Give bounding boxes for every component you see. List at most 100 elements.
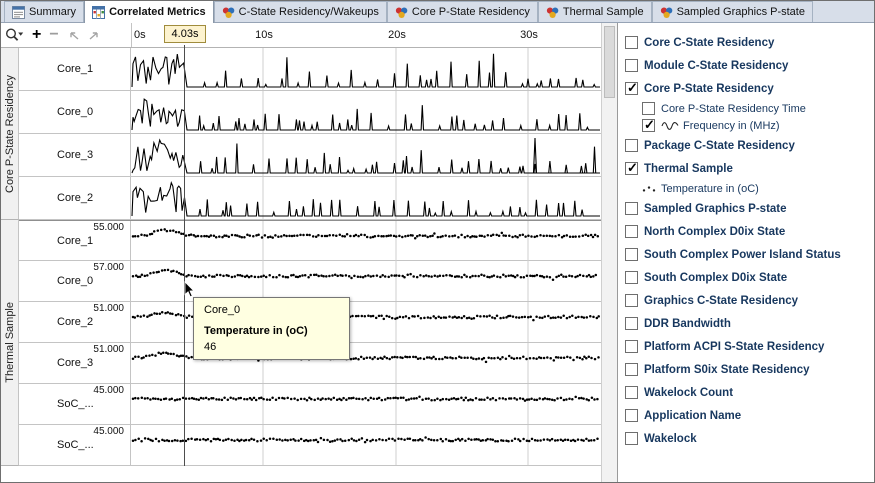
- metric-option-south-complex-d0ix-state[interactable]: South Complex D0ix State: [618, 266, 875, 289]
- chart-plot[interactable]: [131, 134, 601, 176]
- checkbox[interactable]: [625, 202, 638, 215]
- row-axis-value: 45.000: [93, 426, 124, 437]
- metric-row-thermal-sample-soc: SoC_...45.000: [19, 384, 601, 425]
- checkbox[interactable]: [625, 409, 638, 422]
- metric-option-label: Wakelock: [644, 433, 697, 445]
- section-title: Thermal Sample: [4, 302, 16, 383]
- tab-label: Sampled Graphics P-state: [677, 6, 805, 18]
- tab-core-p-state-residency[interactable]: Core P-State Residency: [387, 1, 538, 22]
- metrics-panel: Core C-State Residency Module C-State Res…: [617, 23, 875, 483]
- row-axis-value: 45.000: [93, 385, 124, 396]
- checkbox[interactable]: [625, 340, 638, 353]
- metric-option-core-p-state-residency-time[interactable]: Core P-State Residency Time: [618, 100, 875, 117]
- metric-option-sampled-graphics-p-state[interactable]: Sampled Graphics P-state: [618, 197, 875, 220]
- metric-option-south-complex-power-island-status[interactable]: South Complex Power Island Status: [618, 243, 875, 266]
- db-icon: [660, 6, 673, 19]
- checkbox[interactable]: [625, 317, 638, 330]
- metric-option-north-complex-d0ix-state[interactable]: North Complex D0ix State: [618, 220, 875, 243]
- metric-option-application-name[interactable]: Application Name: [618, 404, 875, 427]
- undo-zoom-button[interactable]: [67, 29, 80, 41]
- metric-row-thermal-sample-core-0: Core_057.000: [19, 261, 601, 302]
- checkbox[interactable]: [625, 82, 638, 95]
- correlated-metrics-window: Summary Correlated MetricsC-State Residen…: [0, 0, 875, 483]
- metric-option-package-c-state-residency[interactable]: Package C-State Residency: [618, 134, 875, 157]
- metric-option-core-c-state-residency[interactable]: Core C-State Residency: [618, 31, 875, 54]
- tab-correlated-metrics[interactable]: Correlated Metrics: [84, 0, 214, 23]
- redo-zoom-button[interactable]: [88, 29, 101, 41]
- chart-plot[interactable]: [131, 261, 601, 301]
- time-cursor-line[interactable]: [184, 45, 185, 466]
- scrollbar-thumb[interactable]: [604, 26, 615, 98]
- checkbox[interactable]: [625, 36, 638, 49]
- row-label: Core_2: [57, 316, 93, 328]
- chart-header: + − 0s10s20s30s4.03s: [1, 23, 601, 48]
- row-label: Core_3: [57, 357, 93, 369]
- checkbox[interactable]: [625, 432, 638, 445]
- tab-sampled-graphics-p-state[interactable]: Sampled Graphics P-state: [652, 1, 813, 22]
- checkbox[interactable]: [625, 386, 638, 399]
- tab-c-state-residency-wakeups[interactable]: C-State Residency/Wakeups: [214, 1, 387, 22]
- checkbox[interactable]: [625, 139, 638, 152]
- metric-option-frequency-in-mhz[interactable]: Frequency in (MHz): [618, 117, 875, 134]
- row-axis-value: 51.000: [93, 303, 124, 314]
- tab-summary[interactable]: Summary: [4, 1, 84, 22]
- section-label-core-p-state-residency: Core P-State Residency: [1, 48, 19, 220]
- zoom-toolbar: + −: [1, 23, 131, 47]
- metric-option-wakelock-count[interactable]: Wakelock Count: [618, 381, 875, 404]
- metric-option-label: Package C-State Residency: [644, 140, 795, 152]
- tab-label: Summary: [29, 6, 76, 18]
- chart-plot[interactable]: [131, 221, 601, 260]
- chart-plot[interactable]: [131, 177, 601, 219]
- checkbox[interactable]: [625, 225, 638, 238]
- tooltip-value: 46: [204, 341, 339, 353]
- row-label-cell: Core_3: [19, 134, 131, 176]
- chart-plot[interactable]: [131, 425, 601, 465]
- time-cursor-badge[interactable]: 4.03s: [164, 25, 206, 43]
- checkbox[interactable]: [625, 294, 638, 307]
- chart-plot[interactable]: [131, 91, 601, 133]
- metric-option-label: Thermal Sample: [644, 163, 733, 175]
- zoom-select-button[interactable]: [5, 27, 24, 43]
- zoom-in-button[interactable]: +: [32, 28, 41, 42]
- row-label: SoC_...: [57, 439, 94, 451]
- metric-option-label: Core C-State Residency: [644, 37, 774, 49]
- metric-option-platform-s0ix-state-residency[interactable]: Platform S0ix State Residency: [618, 358, 875, 381]
- tab-label: Core P-State Residency: [412, 6, 530, 18]
- checkbox[interactable]: [625, 59, 638, 72]
- metric-row-core-p-state-residency-core-3: Core_3: [19, 134, 601, 177]
- metric-option-module-c-state-residency[interactable]: Module C-State Residency: [618, 54, 875, 77]
- metric-option-thermal-sample[interactable]: Thermal Sample: [618, 157, 875, 180]
- metric-option-core-p-state-residency[interactable]: Core P-State Residency: [618, 77, 875, 100]
- tab-thermal-sample[interactable]: Thermal Sample: [538, 1, 652, 22]
- ruler-tick: 20s: [388, 29, 406, 41]
- metric-option-platform-acpi-s-state-residency[interactable]: Platform ACPI S-State Residency: [618, 335, 875, 358]
- metric-option-graphics-c-state-residency[interactable]: Graphics C-State Residency: [618, 289, 875, 312]
- db-icon: [222, 6, 235, 19]
- zoom-out-button[interactable]: −: [49, 28, 58, 42]
- metric-option-label: Graphics C-State Residency: [644, 295, 798, 307]
- wave-icon: [661, 121, 679, 130]
- checkbox[interactable]: [625, 271, 638, 284]
- section-label-thermal-sample: Thermal Sample: [1, 220, 19, 466]
- metric-row-core-p-state-residency-core-0: Core_0: [19, 91, 601, 134]
- vertical-scrollbar[interactable]: [601, 23, 617, 483]
- metric-option-label: Module C-State Residency: [644, 60, 788, 72]
- chart-plot[interactable]: [131, 384, 601, 424]
- metric-option-wakelock[interactable]: Wakelock: [618, 427, 875, 450]
- checkbox[interactable]: [625, 162, 638, 175]
- row-label: Core_0: [57, 275, 93, 287]
- timeline-ruler[interactable]: 0s10s20s30s4.03s: [131, 23, 602, 47]
- metric-option-temperature-in-oc[interactable]: Temperature in (oC): [618, 180, 875, 197]
- checkbox[interactable]: [642, 119, 655, 132]
- checkbox[interactable]: [625, 248, 638, 261]
- metric-option-label: Wakelock Count: [644, 387, 733, 399]
- chart-plot[interactable]: [131, 48, 601, 90]
- db-icon: [395, 6, 408, 19]
- grid-icon: [92, 6, 105, 19]
- checkbox[interactable]: [642, 102, 655, 115]
- metric-option-ddr-bandwidth[interactable]: DDR Bandwidth: [618, 312, 875, 335]
- row-label-cell: Core_057.000: [19, 261, 131, 301]
- magnifier-icon: [5, 27, 24, 43]
- metric-option-label: DDR Bandwidth: [644, 318, 731, 330]
- checkbox[interactable]: [625, 363, 638, 376]
